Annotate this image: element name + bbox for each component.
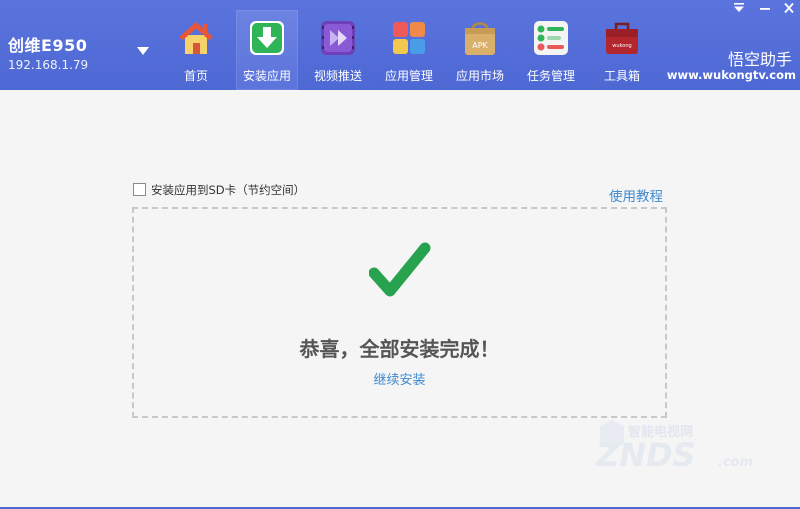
- close-icon[interactable]: [782, 2, 796, 14]
- install-download-icon: [250, 21, 284, 55]
- nav-label-home: 首页: [183, 69, 208, 83]
- watermark-brand: ZNDS: [595, 436, 696, 474]
- device-name: 创维E950: [8, 36, 88, 55]
- nav-install-app[interactable]: 安装应用: [236, 10, 298, 90]
- menu-arrow-icon[interactable]: [732, 2, 746, 14]
- success-message: 恭喜，全部安装完成！: [299, 337, 500, 361]
- device-ip: 192.168.1.79: [8, 58, 89, 72]
- nav-label-video-push: 视频推送: [313, 69, 362, 83]
- nav-label-toolbox: 工具箱: [603, 69, 640, 83]
- watermark-suffix: .com: [718, 455, 753, 470]
- nav-label-app-manage: 应用管理: [384, 69, 433, 83]
- tutorial-link[interactable]: 使用教程: [609, 185, 663, 205]
- brand-url: www.wukongtv.com: [666, 68, 796, 82]
- nav-app-manage[interactable]: 应用管理: [378, 10, 440, 90]
- continue-install-link[interactable]: 继续安装: [133, 369, 666, 388]
- nav-home[interactable]: 首页: [165, 10, 227, 90]
- toolbox-icon-text: wukong: [612, 43, 631, 49]
- nav-label-install-app: 安装应用: [242, 69, 291, 83]
- nav-label-task-manage: 任务管理: [526, 69, 575, 83]
- home-icon: [179, 22, 213, 54]
- minimize-icon[interactable]: [758, 2, 772, 14]
- device-dropdown-icon[interactable]: [136, 46, 150, 56]
- video-push-icon: [321, 21, 355, 55]
- apk-market-icon: APK: [465, 22, 495, 55]
- toolbox-icon: wukong: [606, 22, 638, 54]
- znds-watermark-logo: 智能电视网 ZNDS .com: [595, 420, 753, 474]
- nav-task-manage[interactable]: 任务管理: [520, 10, 582, 90]
- sd-card-label: 安装应用到SD卡（节约空间）: [151, 183, 306, 197]
- svg-text:APK: APK: [472, 41, 488, 50]
- brand-title: 悟空助手: [727, 50, 792, 69]
- nav-video-push[interactable]: 视频推送: [307, 10, 369, 90]
- nav-toolbox[interactable]: wukong 工具箱: [591, 10, 653, 90]
- task-manage-icon: [534, 21, 568, 55]
- sd-card-checkbox[interactable]: [133, 183, 146, 196]
- nav-label-app-market: 应用市场: [455, 69, 504, 83]
- app-manage-icon: [393, 22, 425, 54]
- top-bar: 创维E950 192.168.1.79 首页 安装应用 视频推送 应用管理 AP…: [0, 0, 800, 90]
- success-check-icon: [369, 242, 431, 297]
- nav-app-market[interactable]: APK 应用市场: [449, 10, 511, 90]
